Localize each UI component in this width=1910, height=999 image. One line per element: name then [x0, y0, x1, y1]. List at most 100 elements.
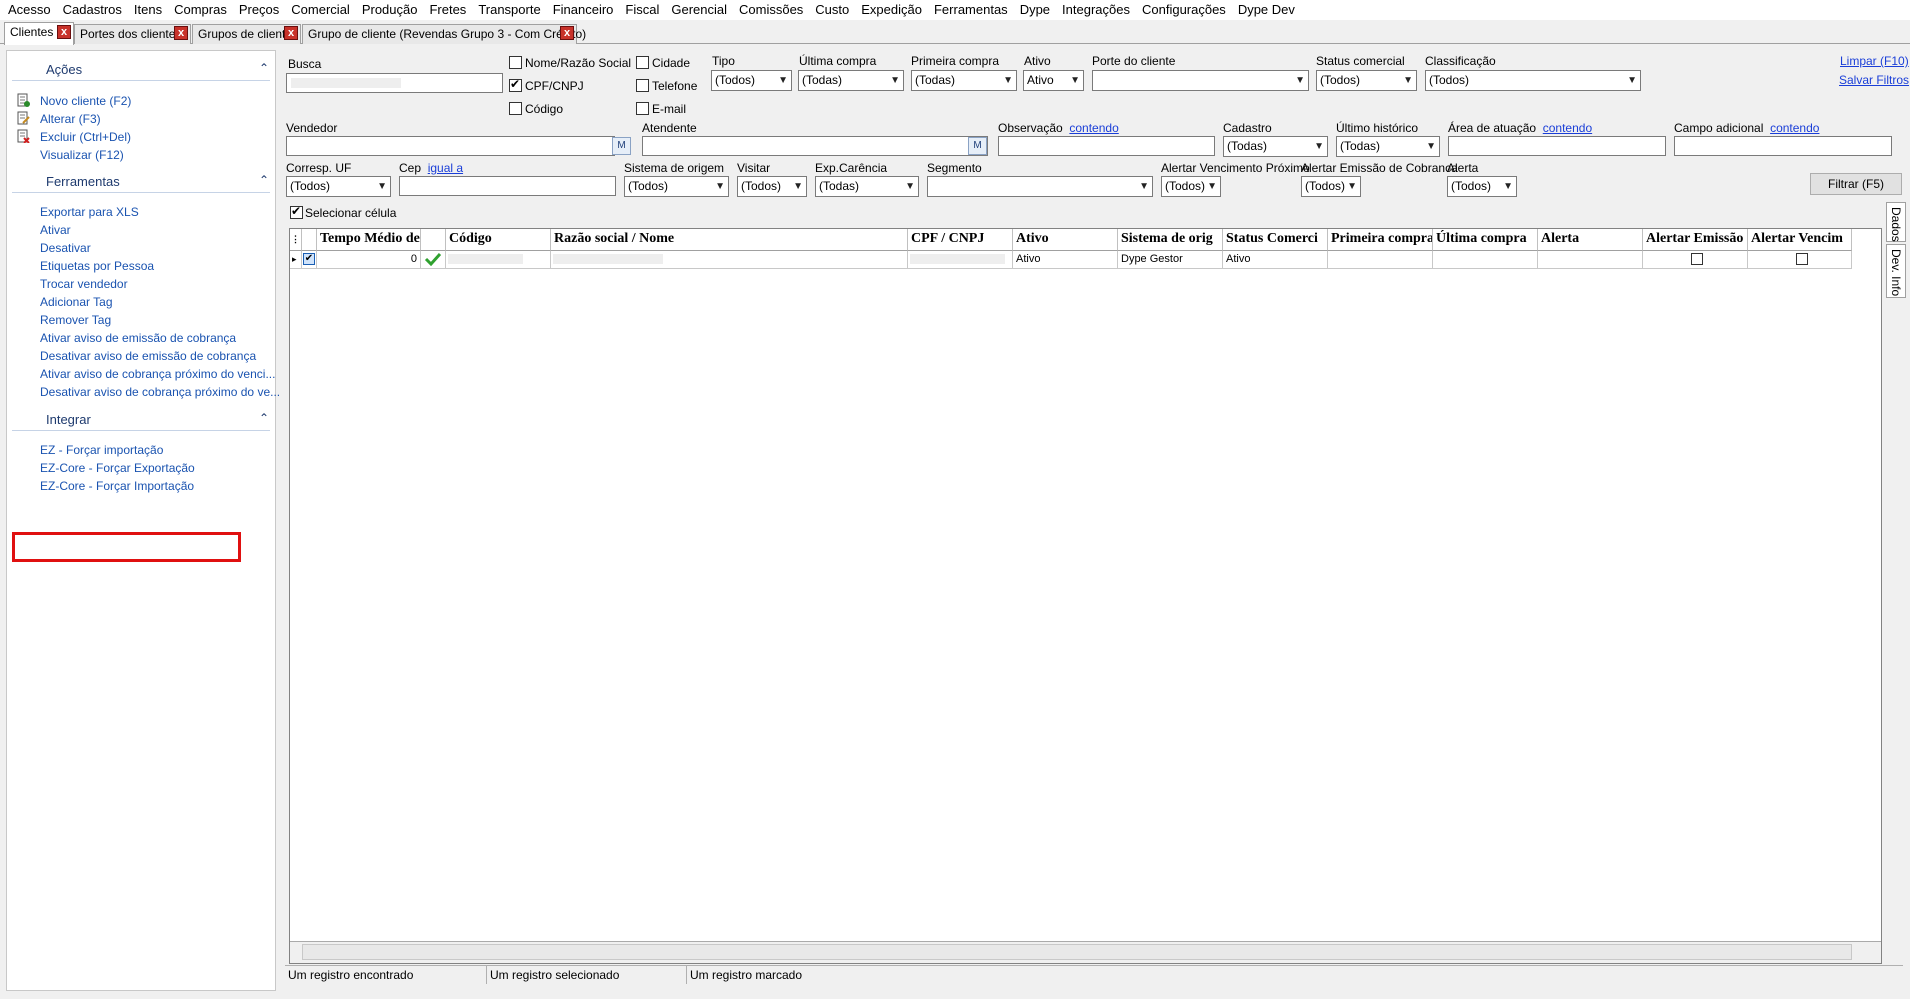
menu-expedicao[interactable]: Expedição: [856, 0, 929, 20]
cell-sistema-origem[interactable]: Dype Gestor: [1118, 251, 1223, 269]
campo-adicional-contendo-link[interactable]: contendo: [1770, 121, 1819, 135]
ultima-compra-select[interactable]: (Todas) ▼: [798, 70, 904, 91]
menu-itens[interactable]: Itens: [129, 0, 169, 20]
close-icon[interactable]: x: [174, 26, 188, 40]
status-comercial-select[interactable]: (Todos) ▼: [1316, 70, 1417, 91]
horizontal-scrollbar[interactable]: [290, 941, 1881, 963]
menu-dype[interactable]: Dype: [1015, 0, 1057, 20]
cell-alerta[interactable]: [1538, 251, 1643, 269]
atendente-input[interactable]: [642, 136, 988, 156]
etiquetas-link[interactable]: Etiquetas por Pessoa: [40, 259, 154, 273]
primeira-compra-select[interactable]: (Todas) ▼: [911, 70, 1017, 91]
cell-cpf-cnpj[interactable]: [908, 251, 1013, 269]
alertar-vencimento-checkbox[interactable]: [1796, 253, 1808, 265]
cell-ultima-compra[interactable]: [1433, 251, 1538, 269]
adicionar-tag-link[interactable]: Adicionar Tag: [40, 295, 113, 309]
menu-compras[interactable]: Compras: [169, 0, 234, 20]
alertar-emissao-select[interactable]: (Todos) ▼: [1301, 176, 1361, 197]
sistema-origem-select[interactable]: (Todos) ▼: [624, 176, 729, 197]
collapse-icon[interactable]: ⌃: [259, 61, 269, 75]
cell-status-comercial[interactable]: Ativo: [1223, 251, 1328, 269]
novo-cliente-link[interactable]: Novo cliente (F2): [40, 94, 131, 108]
porte-select[interactable]: ▼: [1092, 70, 1309, 91]
tab-grupos-de-cliente[interactable]: Grupos de cliente x: [192, 24, 301, 44]
menu-financeiro[interactable]: Financeiro: [548, 0, 621, 20]
cidade-checkbox[interactable]: [636, 56, 649, 69]
col-status-comercial[interactable]: Status Comerci: [1223, 229, 1328, 251]
menu-integracoes[interactable]: Integrações: [1057, 0, 1137, 20]
col-ativo[interactable]: Ativo: [1013, 229, 1118, 251]
area-atuacao-input[interactable]: [1448, 136, 1666, 156]
exp-carencia-select[interactable]: (Todas) ▼: [815, 176, 919, 197]
segmento-select[interactable]: ▼: [927, 176, 1153, 197]
excluir-link[interactable]: Excluir (Ctrl+Del): [40, 130, 131, 144]
menu-dype-dev[interactable]: Dype Dev: [1233, 0, 1302, 20]
cpf-checkbox[interactable]: [509, 77, 522, 92]
cell-ativo[interactable]: Ativo: [1013, 251, 1118, 269]
telefone-checkbox[interactable]: [636, 79, 649, 92]
ez-core-forcar-importacao-link[interactable]: EZ-Core - Forçar Importação: [40, 479, 194, 493]
close-icon[interactable]: x: [560, 26, 574, 40]
tab-grupo-de-cliente-revendas[interactable]: Grupo de cliente (Revendas Grupo 3 - Com…: [302, 24, 586, 44]
campo-adicional-input[interactable]: [1674, 136, 1892, 156]
group-acoes-header[interactable]: Ações ⌃: [7, 59, 275, 81]
select-column-header[interactable]: [302, 229, 317, 251]
collapse-icon[interactable]: ⌃: [259, 173, 269, 187]
limpar-link[interactable]: Limpar (F10): [1840, 54, 1909, 68]
corresp-uf-select[interactable]: (Todos) ▼: [286, 176, 391, 197]
alerta-select[interactable]: (Todos) ▼: [1447, 176, 1517, 197]
vendedor-input[interactable]: [286, 136, 615, 156]
cell-alertar-vencimento[interactable]: [1748, 251, 1852, 269]
selecionar-celula-checkbox[interactable]: [290, 204, 303, 219]
menu-producao[interactable]: Produção: [357, 0, 425, 20]
ultimo-historico-select[interactable]: (Todas) ▼: [1336, 136, 1440, 157]
col-sistema-origem[interactable]: Sistema de orig: [1118, 229, 1223, 251]
alterar-link[interactable]: Alterar (F3): [40, 112, 101, 126]
classificacao-select[interactable]: (Todos) ▼: [1425, 70, 1641, 91]
group-integrar-header[interactable]: Integrar ⌃: [7, 409, 275, 431]
col-primeira-compra[interactable]: Primeira compra: [1328, 229, 1433, 251]
menu-fiscal[interactable]: Fiscal: [620, 0, 666, 20]
ativar-aviso-vencimento-link[interactable]: Ativar aviso de cobrança próximo do venc…: [40, 367, 275, 381]
tab-dev-info[interactable]: Dev. Info: [1886, 244, 1906, 298]
col-tempo-medio[interactable]: Tempo Médio de: [317, 229, 421, 251]
group-ferramentas-header[interactable]: Ferramentas ⌃: [7, 171, 275, 193]
desativar-aviso-emissao-link[interactable]: Desativar aviso de emissão de cobrança: [40, 349, 256, 363]
observacao-contendo-link[interactable]: contendo: [1069, 121, 1118, 135]
trocar-vendedor-link[interactable]: Trocar vendedor: [40, 277, 128, 291]
email-checkbox[interactable]: [636, 102, 649, 115]
menu-precos[interactable]: Preços: [234, 0, 286, 20]
search-icon[interactable]: M: [612, 137, 631, 155]
col-status-icon[interactable]: [421, 229, 446, 251]
menu-fretes[interactable]: Fretes: [424, 0, 473, 20]
cep-input[interactable]: [399, 176, 616, 196]
remover-tag-link[interactable]: Remover Tag: [40, 313, 111, 327]
menu-transporte[interactable]: Transporte: [473, 0, 547, 20]
nome-checkbox[interactable]: [509, 56, 522, 69]
salvar-filtros-link[interactable]: Salvar Filtros: [1839, 73, 1909, 87]
col-cpf-cnpj[interactable]: CPF / CNPJ: [908, 229, 1013, 251]
observacao-input[interactable]: [998, 136, 1215, 156]
cep-igual-link[interactable]: igual a: [428, 161, 463, 175]
cadastro-select[interactable]: (Todas) ▼: [1223, 136, 1328, 157]
scrollbar-track[interactable]: [302, 944, 1852, 960]
busca-input[interactable]: [286, 73, 503, 93]
desativar-aviso-vencimento-link[interactable]: Desativar aviso de cobrança próximo do v…: [40, 385, 280, 399]
close-icon[interactable]: x: [57, 25, 71, 39]
col-razao-social[interactable]: Razão social / Nome: [551, 229, 908, 251]
collapse-icon[interactable]: ⌃: [259, 411, 269, 425]
codigo-checkbox[interactable]: [509, 102, 522, 115]
menu-comercial[interactable]: Comercial: [286, 0, 357, 20]
alertar-venc-select[interactable]: (Todos) ▼: [1161, 176, 1221, 197]
ativar-link[interactable]: Ativar: [40, 223, 71, 237]
exportar-xls-link[interactable]: Exportar para XLS: [40, 205, 139, 219]
visitar-select[interactable]: (Todos) ▼: [737, 176, 807, 197]
menu-configuracoes[interactable]: Configurações: [1137, 0, 1233, 20]
grid-menu-icon[interactable]: ⋮: [290, 229, 302, 251]
cell-primeira-compra[interactable]: [1328, 251, 1433, 269]
ativar-aviso-emissao-link[interactable]: Ativar aviso de emissão de cobrança: [40, 331, 236, 345]
menu-cadastros[interactable]: Cadastros: [58, 0, 129, 20]
menu-comissoes[interactable]: Comissões: [734, 0, 810, 20]
col-alerta[interactable]: Alerta: [1538, 229, 1643, 251]
col-ultima-compra[interactable]: Última compra: [1433, 229, 1538, 251]
